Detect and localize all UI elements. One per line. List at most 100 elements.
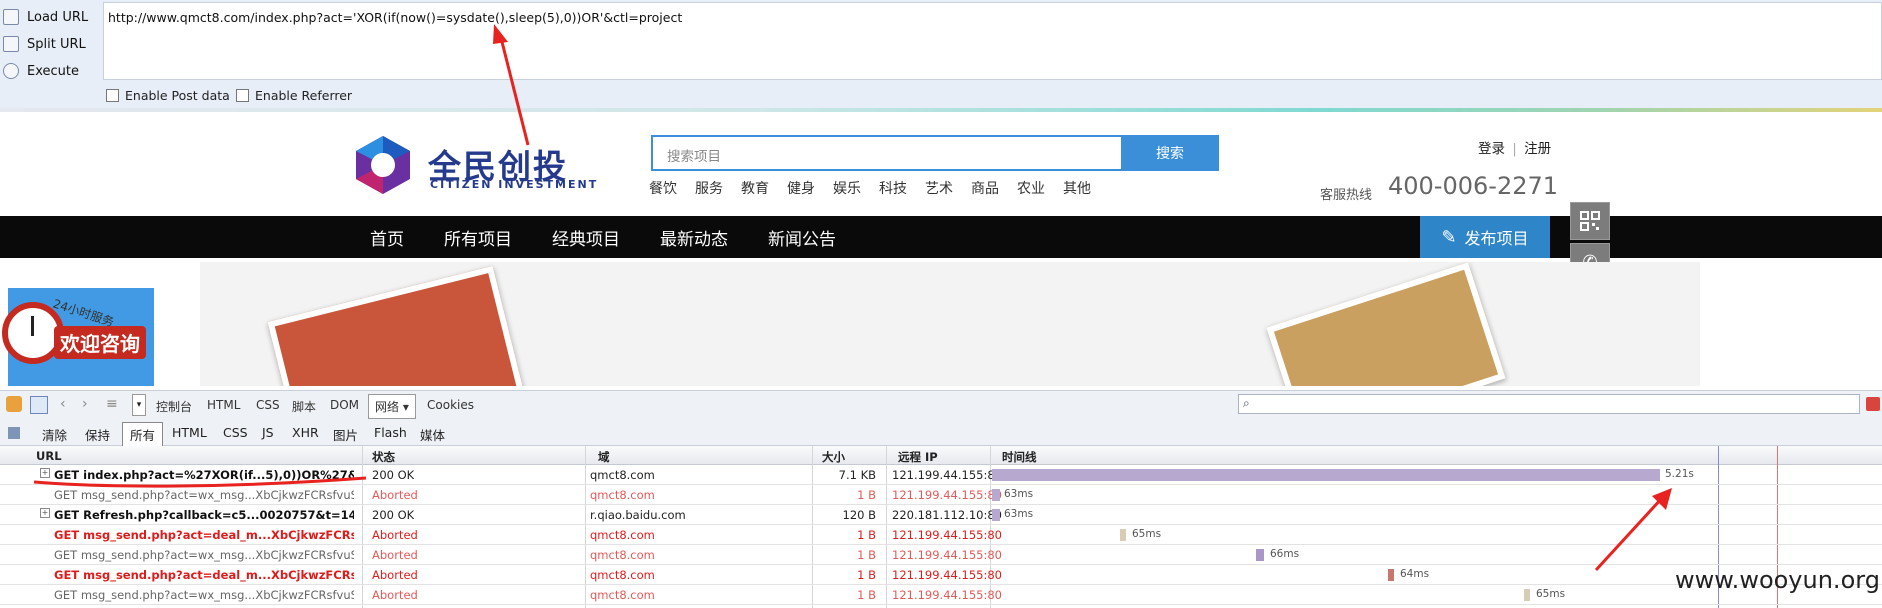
tab-console[interactable]: 控制台 [156, 398, 192, 415]
publish-icon: ✎ [1441, 226, 1457, 248]
firebug-search-input[interactable]: ⌕ [1238, 394, 1860, 414]
expand-icon[interactable]: + [40, 508, 50, 518]
category-link[interactable]: 娱乐 [833, 178, 861, 198]
forward-arrow-icon[interactable]: › [82, 396, 88, 412]
search-input[interactable]: 搜索项目 [651, 135, 1123, 171]
list-icon[interactable]: ≡ [106, 396, 122, 412]
request-status: Aborted [372, 588, 418, 602]
filter-js[interactable]: JS [262, 425, 274, 440]
timeline-duration: 66ms [1270, 548, 1300, 560]
col-url[interactable]: URL [36, 449, 62, 463]
timeline-duration: 65ms [1536, 588, 1566, 600]
logo-icon [356, 136, 410, 194]
firebug-icon[interactable] [6, 396, 22, 412]
execute-icon [3, 63, 19, 79]
dropdown-icon[interactable]: ▾ [132, 394, 146, 416]
table-row[interactable]: GET msg_send.php?act=wx_msg...XbCjkwzFCR… [0, 585, 1882, 605]
col-domain[interactable]: 域 [598, 449, 610, 465]
request-domain: qmct8.com [590, 528, 655, 542]
request-size: 120 B [842, 508, 877, 522]
hotline-number: 400-006-2271 [1388, 172, 1559, 200]
close-icon[interactable] [1866, 397, 1880, 411]
login-link[interactable]: 登录 [1478, 141, 1505, 157]
timeline-duration: 63ms [1004, 508, 1034, 520]
col-status[interactable]: 状态 [372, 449, 395, 465]
request-remote-ip: 121.199.44.155:80 [892, 468, 1002, 482]
filter-media[interactable]: 媒体 [420, 425, 445, 444]
request-size: 1 B [857, 488, 876, 502]
category-link[interactable]: 健身 [787, 178, 815, 198]
tab-script[interactable]: 脚本 [292, 398, 316, 415]
nav-item-announcements[interactable]: 新闻公告 [768, 225, 836, 250]
network-filter-bar [0, 421, 1882, 446]
filter-images[interactable]: 图片 [333, 425, 358, 444]
back-arrow-icon[interactable]: ‹ [60, 396, 66, 412]
category-link[interactable]: 餐饮 [649, 178, 677, 198]
inspect-icon[interactable] [30, 396, 48, 414]
category-link[interactable]: 农业 [1017, 178, 1045, 198]
request-url: GET msg_send.php?act=wx_msg...XbCjkwzFCR… [54, 548, 354, 562]
request-domain: qmct8.com [590, 588, 655, 602]
request-remote-ip: 121.199.44.155:80 [892, 528, 1002, 542]
enable-post-checkbox[interactable]: Enable Post data [106, 88, 230, 103]
nav-item-home[interactable]: 首页 [370, 225, 404, 250]
tab-cookies[interactable]: Cookies [427, 398, 474, 412]
timeline-duration: 63ms [1004, 488, 1034, 500]
request-domain: r.qiao.baidu.com [590, 508, 686, 522]
qr-code-button[interactable] [1570, 202, 1610, 240]
tab-css[interactable]: CSS [256, 398, 280, 412]
timeline-bar [992, 509, 1000, 521]
register-link[interactable]: 注册 [1524, 141, 1551, 157]
category-link[interactable]: 其他 [1063, 178, 1091, 198]
search-button[interactable]: 搜索 [1121, 135, 1219, 171]
split-url-button[interactable]: Split URL [0, 32, 100, 56]
enable-referrer-label: Enable Referrer [255, 88, 353, 103]
category-link[interactable]: 教育 [741, 178, 769, 198]
request-domain: qmct8.com [590, 548, 655, 562]
nav-item-all-projects[interactable]: 所有项目 [444, 225, 512, 250]
col-timeline[interactable]: 时间线 [1002, 449, 1037, 465]
category-link[interactable]: 艺术 [925, 178, 953, 198]
request-remote-ip: 121.199.44.155:80 [892, 548, 1002, 562]
search-icon: ⌕ [1243, 396, 1250, 410]
checkbox-box[interactable] [106, 89, 119, 102]
load-url-button[interactable]: Load URL [0, 5, 100, 29]
url-textarea[interactable]: http://www.qmct8.com/index.php?act='XOR(… [103, 2, 1882, 80]
request-url: GET msg_send.php?act=deal_m...XbCjkwzFCR… [54, 568, 354, 582]
timeline-duration: 5.21s [1665, 468, 1694, 480]
request-status: 200 OK [372, 468, 415, 482]
banner-photo [1266, 262, 1506, 386]
category-link[interactable]: 服务 [695, 178, 723, 198]
filter-html[interactable]: HTML [172, 425, 207, 440]
col-size[interactable]: 大小 [822, 449, 845, 465]
request-domain: qmct8.com [590, 468, 655, 482]
enable-referrer-checkbox[interactable]: Enable Referrer [236, 88, 352, 103]
split-url-icon [3, 36, 19, 52]
website-viewport: 全民创投 CITIZEN INVESTMENT 搜索项目 搜索 餐饮 服务 教育… [0, 112, 1882, 386]
persist-button[interactable]: 保持 [85, 425, 110, 444]
publish-project-button[interactable]: ✎ 发布项目 [1420, 216, 1550, 258]
nav-item-classic-projects[interactable]: 经典项目 [552, 225, 620, 250]
filter-all[interactable]: 所有 [122, 422, 164, 447]
nav-item-news[interactable]: 最新动态 [660, 225, 728, 250]
category-link[interactable]: 商品 [971, 178, 999, 198]
annotation-arrow-icon [493, 24, 530, 146]
request-status: Aborted [372, 488, 418, 502]
filter-flash[interactable]: Flash [374, 425, 407, 440]
tab-html[interactable]: HTML [207, 398, 240, 412]
execute-button[interactable]: Execute [0, 59, 100, 83]
request-remote-ip: 220.181.112.10:80 [892, 508, 1002, 522]
tab-network[interactable]: 网络 ▾ [368, 394, 416, 419]
request-url: GET Refresh.php?callback=c5...0020757&t=… [54, 508, 354, 522]
col-remote-ip[interactable]: 远程 IP [898, 449, 938, 465]
checkbox-box[interactable] [236, 89, 249, 102]
category-link[interactable]: 科技 [879, 178, 907, 198]
network-column-header: URL 状态 域 大小 远程 IP 时间线 [0, 446, 1882, 465]
welcome-consult-label[interactable]: 欢迎咨询 [54, 326, 146, 359]
filter-xhr[interactable]: XHR [292, 425, 319, 440]
timeline-bar [992, 469, 1660, 481]
clear-button[interactable]: 清除 [42, 425, 67, 444]
filter-css[interactable]: CSS [223, 425, 248, 440]
tab-dom[interactable]: DOM [330, 398, 359, 412]
panel-icon [8, 427, 20, 439]
